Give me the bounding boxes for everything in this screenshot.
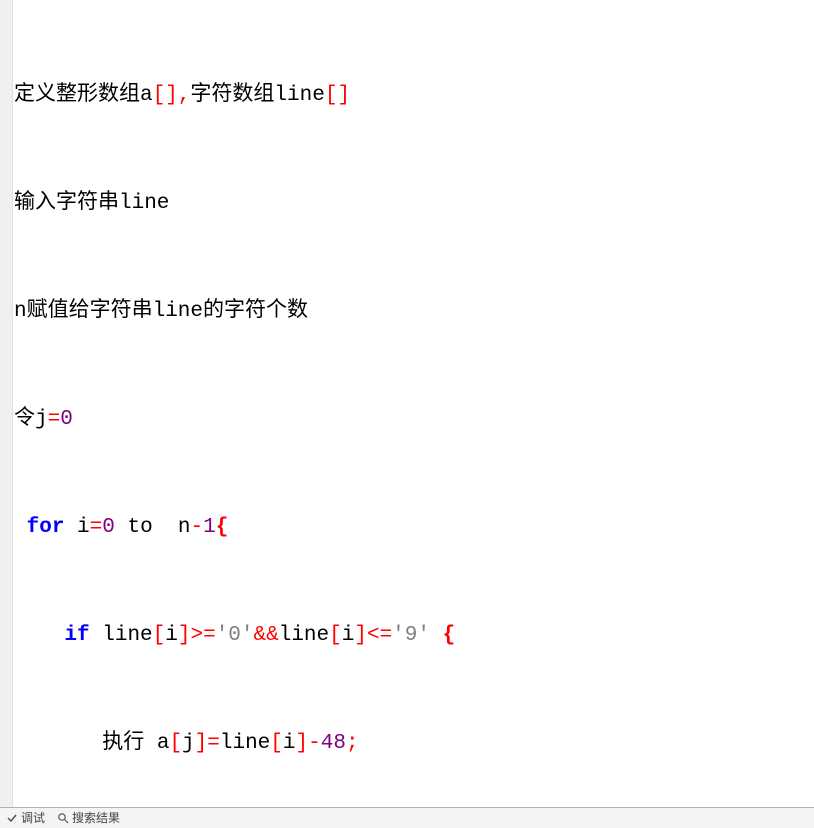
bracket: [] — [325, 84, 350, 107]
text: 令j — [14, 408, 48, 431]
bracket: [ — [270, 732, 283, 755]
search-icon — [57, 812, 69, 824]
number: 0 — [60, 408, 73, 431]
bracket: [], — [153, 84, 191, 107]
operator: = — [90, 516, 103, 539]
text: i — [64, 516, 89, 539]
text: 输入字符串line — [14, 192, 169, 215]
semicolon: ; — [346, 732, 359, 755]
operator: ]- — [296, 732, 321, 755]
editor-gutter — [0, 0, 13, 828]
string: '9' — [392, 624, 430, 647]
text: j — [182, 732, 195, 755]
operator: - — [190, 516, 203, 539]
text: i — [165, 624, 178, 647]
number: 0 — [102, 516, 115, 539]
text: 字符数组line — [190, 84, 324, 107]
number: 48 — [321, 732, 346, 755]
operator: && — [254, 624, 279, 647]
keyword-for: for — [27, 516, 65, 539]
code-area[interactable]: 定义整形数组a[],字符数组line[] 输入字符串line n赋值给字符串li… — [14, 1, 814, 828]
brace: { — [443, 624, 456, 647]
code-line[interactable]: 令j=0 — [14, 406, 814, 433]
text: 执行 a — [102, 732, 169, 755]
keyword-if: if — [64, 624, 89, 647]
text: to n — [115, 516, 191, 539]
text: n赋值给字符串line的字符个数 — [14, 300, 308, 323]
operator: ]>= — [178, 624, 216, 647]
text: 定义整形数组a — [14, 84, 153, 107]
code-line[interactable]: for i=0 to n-1{ — [14, 514, 814, 541]
number: 1 — [203, 516, 216, 539]
toolbar-search-label: 搜索结果 — [72, 805, 120, 828]
bottom-toolbar: 调试 搜索结果 — [0, 807, 814, 828]
toolbar-search-tab[interactable]: 搜索结果 — [51, 805, 126, 828]
check-icon — [6, 812, 18, 824]
text: line — [279, 624, 329, 647]
code-line[interactable]: 执行 a[j]=line[i]-48; — [14, 730, 814, 757]
bracket: [ — [329, 624, 342, 647]
text: line — [220, 732, 270, 755]
code-editor[interactable]: 定义整形数组a[],字符数组line[] 输入字符串line n赋值给字符串li… — [0, 0, 814, 828]
code-line[interactable]: n赋值给字符串line的字符个数 — [14, 298, 814, 325]
toolbar-debug-label: 调试 — [21, 805, 45, 828]
bracket: [ — [169, 732, 182, 755]
code-line[interactable]: 输入字符串line — [14, 190, 814, 217]
brace: { — [216, 516, 229, 539]
text: i — [342, 624, 355, 647]
code-line[interactable]: 定义整形数组a[],字符数组line[] — [14, 82, 814, 109]
operator: = — [48, 408, 61, 431]
code-line[interactable]: if line[i]>='0'&&line[i]<='9' { — [14, 622, 814, 649]
bracket: [ — [153, 624, 166, 647]
string: '0' — [216, 624, 254, 647]
toolbar-debug-tab[interactable]: 调试 — [0, 805, 51, 828]
operator: ]<= — [354, 624, 392, 647]
text: line — [90, 624, 153, 647]
text: i — [283, 732, 296, 755]
space — [430, 624, 443, 647]
operator: ]= — [195, 732, 220, 755]
